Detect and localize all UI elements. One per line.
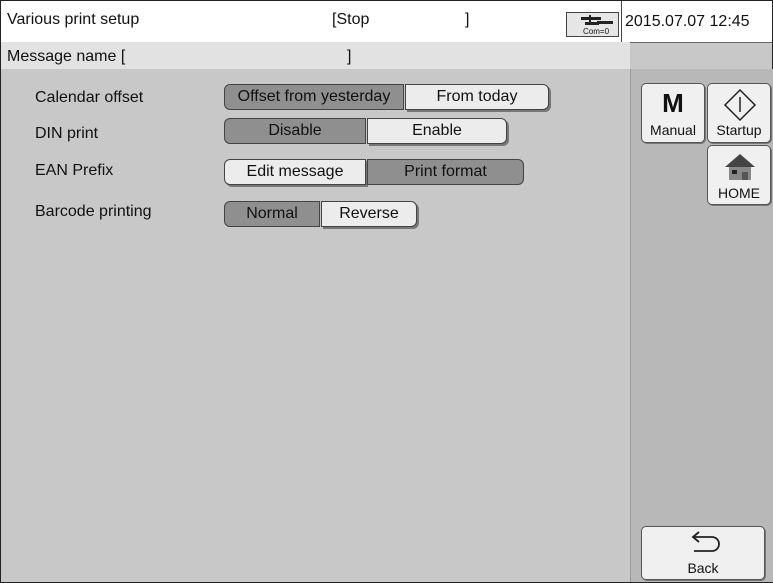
print-format-button[interactable]: Print format xyxy=(367,159,524,185)
back-button[interactable]: Back xyxy=(641,526,765,580)
status-bracket-close: ] xyxy=(465,11,470,28)
din-print-label: DIN print xyxy=(35,125,99,142)
home-icon xyxy=(725,154,755,180)
din-disable-button[interactable]: Disable xyxy=(224,118,366,144)
calendar-offset-label: Calendar offset xyxy=(35,89,144,106)
home-button[interactable]: HOME xyxy=(707,145,771,205)
startup-diamond-icon xyxy=(723,88,757,122)
side-panel: M Manual Startup HOME Back xyxy=(630,69,773,582)
startup-button[interactable]: Startup xyxy=(707,83,771,143)
from-today-button[interactable]: From today xyxy=(405,84,549,110)
barcode-reverse-button[interactable]: Reverse xyxy=(321,201,417,227)
plug-icon: Com=0 xyxy=(581,15,613,36)
status-text: [Stop xyxy=(332,11,370,28)
communication-status-icon[interactable]: Com=0 xyxy=(566,12,619,37)
back-label: Back xyxy=(687,560,719,576)
din-enable-button[interactable]: Enable xyxy=(367,118,507,144)
message-name-label: Message name [ xyxy=(7,48,126,65)
edit-message-button[interactable]: Edit message xyxy=(224,159,366,185)
ean-prefix-label: EAN Prefix xyxy=(35,162,114,179)
barcode-printing-label: Barcode printing xyxy=(35,203,152,220)
manual-button[interactable]: M Manual xyxy=(641,83,705,143)
screen-frame: Various print setup [Stop ] Com=0 2015.0… xyxy=(0,0,773,583)
comm-label: Com=0 xyxy=(583,27,610,36)
home-label: HOME xyxy=(718,185,760,201)
offset-from-yesterday-button[interactable]: Offset from yesterday xyxy=(224,84,404,110)
datetime-display: 2015.07.07 12:45 xyxy=(621,1,772,42)
manual-label: Manual xyxy=(650,122,696,138)
startup-label: Startup xyxy=(716,122,762,138)
back-arrow-icon xyxy=(691,531,720,552)
manual-m-icon: M xyxy=(662,88,684,118)
barcode-normal-button[interactable]: Normal xyxy=(224,201,320,227)
screen-title: Various print setup xyxy=(7,11,140,28)
header-bar: Various print setup [Stop ] Com=0 2015.0… xyxy=(1,1,772,43)
message-name-line: Message name [ ] xyxy=(1,42,630,69)
message-name-close: ] xyxy=(347,48,352,65)
